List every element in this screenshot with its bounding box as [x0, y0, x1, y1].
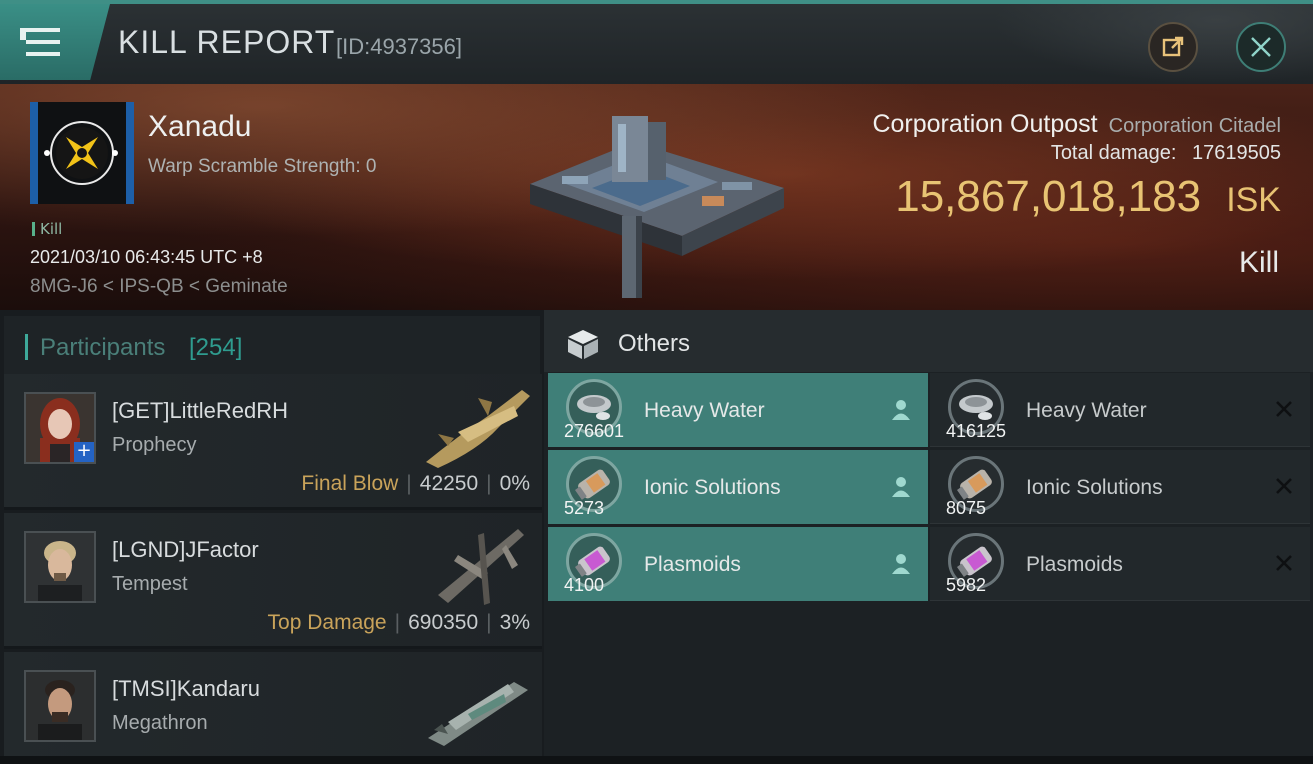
structure-type: Corporation Citadel	[1108, 115, 1281, 137]
isk-unit: ISK	[1226, 181, 1281, 219]
share-button[interactable]	[1148, 22, 1198, 72]
pilot-portrait[interactable]: +	[24, 392, 96, 464]
citadel-image[interactable]	[522, 106, 792, 302]
kill-tag: Kill	[32, 220, 62, 238]
close-button[interactable]	[1236, 22, 1286, 72]
pilot-portrait-image	[26, 533, 94, 601]
top-damage-label: Top Damage	[267, 611, 387, 634]
isk-value-line: 15,867,018,183 ISK	[895, 172, 1281, 222]
corporation-logo[interactable]	[30, 102, 134, 204]
ship-image[interactable]	[418, 654, 538, 748]
cargo-box-icon	[568, 330, 598, 359]
header-bar: KILL REPORT [ID:4937356]	[0, 0, 1313, 84]
item-quantity: 8075	[946, 498, 987, 518]
participants-label: Participants	[40, 334, 166, 361]
emblem-dot	[44, 150, 50, 156]
pilot-portrait-image	[26, 672, 94, 740]
participants-count: [254]	[189, 334, 243, 361]
ship-image[interactable]	[418, 515, 538, 609]
menu-icon	[20, 28, 60, 56]
participants-header[interactable]: Participants [254]	[4, 316, 540, 374]
damage-percent: 0%	[499, 472, 530, 495]
participants-panel: Participants [254] + [GET]LittleRedRH Pr…	[0, 310, 544, 764]
participants-header-marker	[25, 334, 28, 360]
dropped-item[interactable]: 5273 Ionic Solutions	[548, 450, 928, 524]
item-quantity: 5982	[946, 575, 987, 595]
ship-name: Prophecy	[112, 434, 197, 456]
pilot-name[interactable]: [GET]LittleRedRH	[112, 398, 288, 424]
pilot-name[interactable]: [LGND]JFactor	[112, 537, 259, 563]
damage-percent: 3%	[499, 611, 530, 634]
dropped-item[interactable]: 276601 Heavy Water	[548, 373, 928, 447]
pilot-name[interactable]: [TMSI]Kandaru	[112, 676, 260, 702]
item-quantity: 276601	[564, 421, 625, 441]
dropped-person-icon	[892, 400, 910, 420]
share-icon	[1162, 36, 1184, 57]
structure-line: Corporation Outpost Corporation Citadel	[872, 110, 1281, 139]
total-damage: Total damage: 17619505	[1051, 142, 1281, 165]
close-icon	[1251, 37, 1271, 57]
total-damage-value: 17619505	[1192, 142, 1281, 164]
item-name: Heavy Water	[644, 399, 765, 422]
final-blow-label: Final Blow	[301, 472, 399, 495]
item-name: Ionic Solutions	[644, 476, 781, 499]
destroyed-x-icon	[1276, 555, 1292, 571]
destroyed-x-icon	[1276, 401, 1292, 417]
kill-location[interactable]: 8MG-J6 < IPS-QB < Geminate	[30, 276, 288, 298]
emblem-dot	[112, 150, 118, 156]
dropped-person-icon	[892, 554, 910, 574]
victim-name[interactable]: Xanadu	[148, 110, 251, 144]
ship-name: Tempest	[112, 573, 188, 595]
pilot-portrait[interactable]	[24, 670, 96, 742]
dropped-person-icon	[892, 477, 910, 497]
others-panel: Others 276601 Heavy Water 5273 Ionic Sol…	[544, 310, 1313, 764]
page-title: KILL REPORT	[118, 24, 336, 60]
kill-result: Kill	[1238, 246, 1279, 279]
corporation-logo-background	[38, 102, 126, 204]
item-quantity: 5273	[564, 498, 605, 518]
plus-badge-icon: +	[74, 442, 94, 462]
destroyed-x-icon	[1276, 478, 1292, 494]
item-quantity: 4100	[564, 575, 605, 595]
bottom-edge	[0, 756, 1313, 764]
damage-value: 690350	[408, 611, 479, 634]
report-id: [ID:4937356]	[336, 34, 462, 59]
warp-scramble-strength: Warp Scramble Strength: 0	[148, 156, 377, 177]
menu-button[interactable]	[0, 4, 110, 80]
ship-name: Megathron	[112, 712, 208, 734]
structure-name[interactable]: Corporation Outpost	[872, 110, 1097, 138]
destroyed-item[interactable]: 416125 Heavy Water	[930, 373, 1310, 447]
others-header[interactable]: Others	[544, 310, 1313, 372]
item-quantity: 416125	[946, 421, 1007, 441]
item-name: Plasmoids	[644, 553, 741, 576]
item-name: Ionic Solutions	[1026, 476, 1163, 499]
destroyed-item[interactable]: 8075 Ionic Solutions	[930, 450, 1310, 524]
corporation-emblem-icon	[50, 121, 114, 185]
others-label: Others	[618, 330, 691, 357]
pilot-portrait[interactable]	[24, 531, 96, 603]
victim-banner: Xanadu Warp Scramble Strength: 0 Kill 20…	[0, 84, 1313, 310]
total-damage-label: Total damage:	[1050, 142, 1177, 164]
participant-row[interactable]: + [GET]LittleRedRH Prophecy Final Blow | 4…	[4, 374, 542, 510]
kill-datetime: 2021/03/10 06:43:45 UTC +8	[30, 247, 263, 267]
participant-row[interactable]: [TMSI]Kandaru Megathron	[4, 652, 542, 760]
destroyed-item[interactable]: 5982 Plasmoids	[930, 527, 1310, 601]
participant-stats: Top Damage | 690350 | 3%	[267, 611, 530, 634]
damage-value: 42250	[419, 472, 479, 495]
item-name: Heavy Water	[1026, 399, 1147, 422]
participant-stats: Final Blow | 42250 | 0%	[301, 472, 530, 495]
participant-row[interactable]: [LGND]JFactor Tempest Top Damage | 690350 |…	[4, 513, 542, 649]
ship-image[interactable]	[418, 376, 538, 470]
dropped-item[interactable]: 4100 Plasmoids	[548, 527, 928, 601]
isk-value: 15,867,018,183	[895, 172, 1202, 221]
item-name: Plasmoids	[1026, 553, 1123, 576]
